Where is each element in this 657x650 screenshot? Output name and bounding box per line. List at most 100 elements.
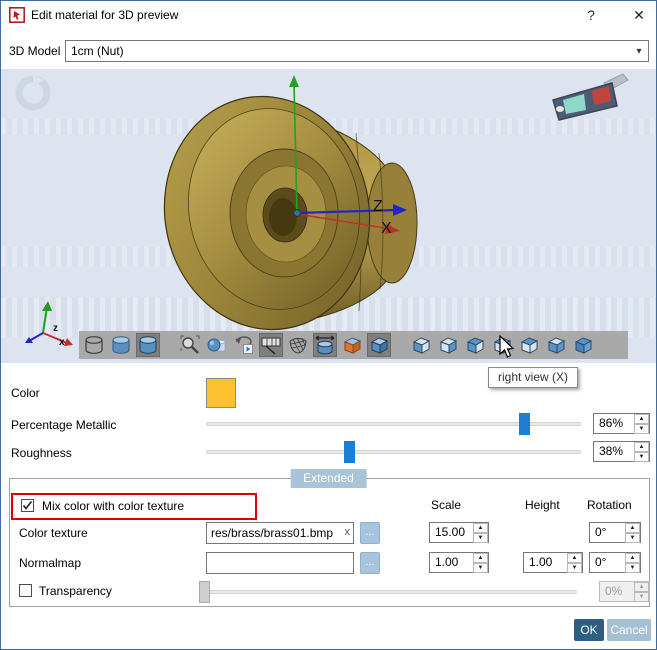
- cancel-button[interactable]: Cancel: [607, 619, 651, 641]
- orbit-icon: [15, 75, 51, 111]
- clear-texture-icon[interactable]: x: [345, 526, 351, 538]
- wire-basket-icon[interactable]: [286, 333, 310, 357]
- height-header: Height: [525, 498, 560, 512]
- zoom-fit-icon[interactable]: [178, 333, 202, 357]
- spin-down-icon[interactable]: ▼: [473, 533, 488, 543]
- spin-down-icon[interactable]: ▼: [634, 452, 649, 462]
- spin-arrows[interactable]: ▲ ▼: [473, 553, 488, 573]
- shaded-cylinder-icon[interactable]: [109, 333, 133, 357]
- metallic-slider-handle[interactable]: [519, 413, 530, 435]
- mouse-cursor-icon: [499, 335, 515, 358]
- view-cube-top-icon[interactable]: [517, 333, 541, 357]
- metallic-value: 86%: [599, 416, 624, 430]
- close-button[interactable]: ✕: [623, 1, 655, 29]
- rotate-animation-icon[interactable]: [232, 333, 256, 357]
- color-texture-scale-value: 15.00: [435, 525, 466, 539]
- browse-color-texture-button[interactable]: ...: [360, 522, 380, 544]
- view-tooltip: right view (X): [488, 367, 579, 388]
- transparency-slider-handle: [199, 581, 210, 603]
- anaglyph-glasses-icon: [552, 73, 629, 121]
- normalmap-input[interactable]: [206, 552, 354, 574]
- spin-down-icon[interactable]: ▼: [473, 563, 488, 573]
- transparency-label: Transparency: [39, 584, 112, 598]
- spin-up-icon[interactable]: ▲: [473, 553, 488, 563]
- roughness-label: Roughness: [11, 446, 72, 460]
- spin-arrows[interactable]: ▲ ▼: [634, 414, 649, 434]
- normalmap-rotation-spinbox[interactable]: 0° ▲ ▼: [589, 552, 641, 573]
- viewport-grid-active-icon[interactable]: [259, 333, 283, 357]
- color-label: Color: [11, 386, 40, 400]
- metallic-slider[interactable]: [206, 413, 581, 435]
- annotation-highlight: [11, 493, 257, 520]
- metallic-label: Percentage Metallic: [11, 418, 117, 432]
- axis-x-label: X: [381, 220, 392, 237]
- color-texture-rotation-value: 0°: [595, 525, 607, 539]
- preview-viewport[interactable]: Z X z x: [1, 69, 656, 363]
- color-texture-fieldwrap: x: [206, 522, 354, 544]
- title-bar: Edit material for 3D preview ? ✕: [1, 1, 656, 29]
- fit-cylinder-active-icon[interactable]: [313, 333, 337, 357]
- color-texture-label: Color texture: [19, 526, 88, 540]
- normalmap-rotation-value: 0°: [595, 555, 607, 569]
- orientation-gizmo: z x: [25, 301, 73, 348]
- view-cube-bottom-icon[interactable]: [544, 333, 568, 357]
- spin-up-icon[interactable]: ▲: [473, 523, 488, 533]
- view-cube-iso-icon[interactable]: [571, 333, 595, 357]
- transparency-value: 0%: [605, 584, 623, 598]
- help-button[interactable]: ?: [575, 1, 607, 29]
- scale-header: Scale: [431, 498, 462, 512]
- edged-cube-active-icon[interactable]: [367, 333, 391, 357]
- spin-up-icon: ▲: [634, 582, 649, 592]
- spin-arrows[interactable]: ▲ ▼: [625, 523, 640, 543]
- spin-up-icon[interactable]: ▲: [634, 414, 649, 424]
- window-title: Edit material for 3D preview: [31, 8, 179, 22]
- extended-tab[interactable]: Extended: [290, 469, 367, 488]
- spin-up-icon[interactable]: ▲: [634, 442, 649, 452]
- normalmap-height-value: 1.00: [529, 555, 553, 569]
- view-cube-front-icon[interactable]: [409, 333, 433, 357]
- spin-arrows[interactable]: ▲ ▼: [567, 553, 582, 573]
- spin-down-icon[interactable]: ▼: [625, 563, 640, 573]
- roughness-value: 38%: [599, 444, 624, 458]
- spin-arrows[interactable]: ▲ ▼: [473, 523, 488, 543]
- rotation-header: Rotation: [587, 498, 632, 512]
- model-combobox-value: 1cm (Nut): [71, 44, 124, 58]
- gizmo-x-label: x: [59, 337, 65, 348]
- roughness-slider-handle[interactable]: [344, 441, 355, 463]
- spin-arrows: ▲ ▼: [634, 582, 649, 602]
- spin-arrows[interactable]: ▲ ▼: [625, 553, 640, 573]
- spin-up-icon[interactable]: ▲: [567, 553, 582, 563]
- dropdown-arrow-icon[interactable]: ▾: [630, 46, 648, 57]
- spin-down-icon[interactable]: ▼: [567, 563, 582, 573]
- spin-down-icon[interactable]: ▼: [625, 533, 640, 543]
- color-texture-rotation-spinbox[interactable]: 0° ▲ ▼: [589, 522, 641, 543]
- view-cube-left-icon[interactable]: [463, 333, 487, 357]
- transparency-spinbox: 0% ▲ ▼: [599, 581, 650, 602]
- spin-arrows[interactable]: ▲ ▼: [634, 442, 649, 462]
- model-combobox[interactable]: 1cm (Nut) ▾: [65, 40, 649, 62]
- roughness-slider[interactable]: [206, 441, 581, 463]
- roughness-slider-track[interactable]: [206, 450, 581, 454]
- ok-button[interactable]: OK: [574, 619, 604, 641]
- textured-box-icon[interactable]: [340, 333, 364, 357]
- normalmap-height-spinbox[interactable]: 1.00 ▲ ▼: [523, 552, 583, 573]
- normalmap-scale-value: 1.00: [435, 555, 459, 569]
- spin-up-icon[interactable]: ▲: [625, 523, 640, 533]
- color-texture-scale-spinbox[interactable]: 15.00 ▲ ▼: [429, 522, 489, 543]
- spin-up-icon[interactable]: ▲: [625, 553, 640, 563]
- roughness-spinbox[interactable]: 38% ▲ ▼: [593, 441, 650, 462]
- transparency-checkbox[interactable]: [19, 584, 32, 597]
- app-icon: [9, 7, 25, 23]
- view-cube-back-icon[interactable]: [436, 333, 460, 357]
- color-texture-input[interactable]: [206, 522, 354, 544]
- spin-down-icon[interactable]: ▼: [634, 424, 649, 434]
- sphere-preview-icon[interactable]: [205, 333, 229, 357]
- model-label: 3D Model: [9, 44, 61, 58]
- wireframe-cylinder-icon[interactable]: [82, 333, 106, 357]
- metallic-spinbox[interactable]: 86% ▲ ▼: [593, 413, 650, 434]
- transparency-slider: [199, 581, 577, 603]
- color-swatch[interactable]: [206, 378, 236, 408]
- shaded-cylinder-active-icon[interactable]: [136, 333, 160, 357]
- browse-normalmap-button[interactable]: ...: [360, 552, 380, 574]
- normalmap-scale-spinbox[interactable]: 1.00 ▲ ▼: [429, 552, 489, 573]
